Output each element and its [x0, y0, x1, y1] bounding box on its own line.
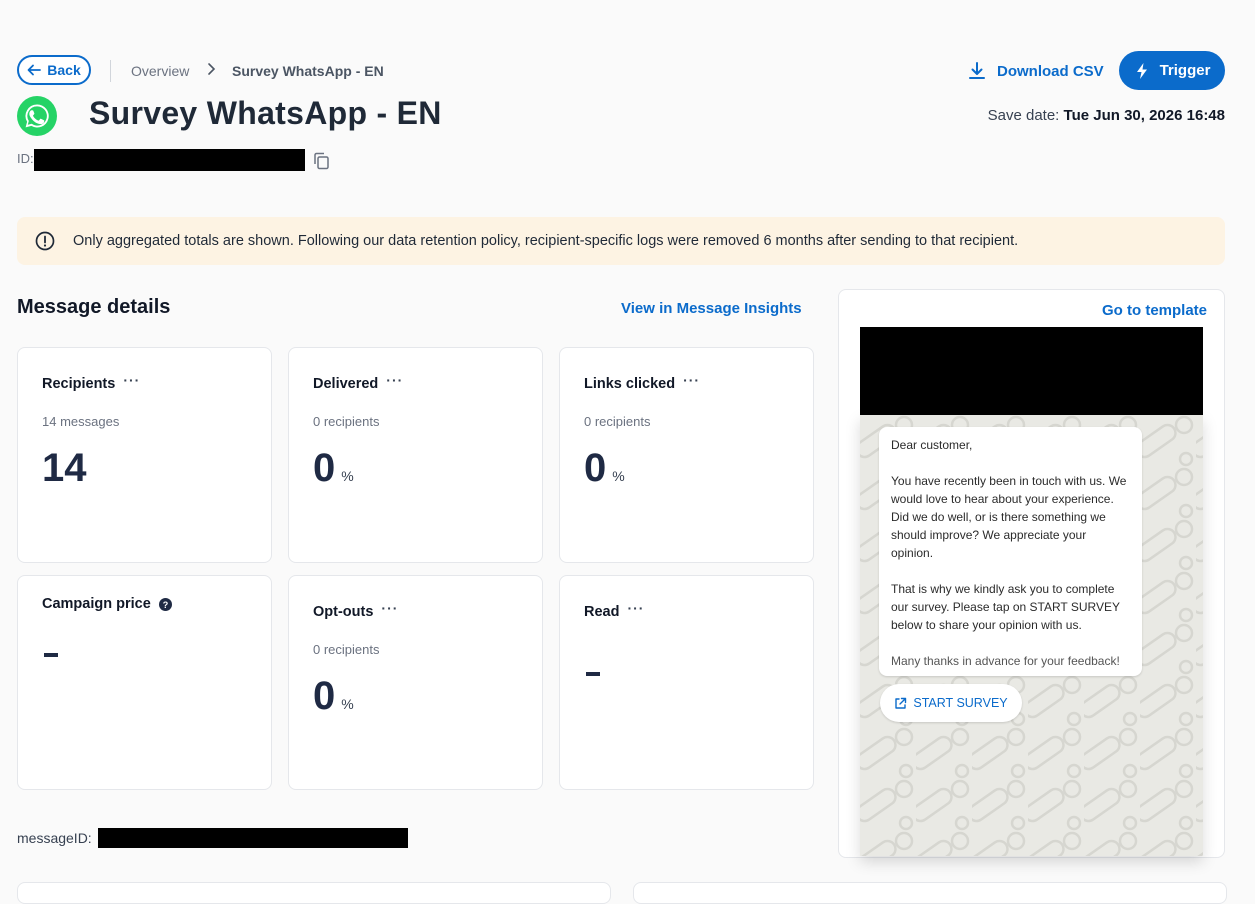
section-title: Message details	[17, 296, 171, 318]
card-value-empty	[44, 653, 58, 657]
message-id-label: messageID:	[17, 830, 92, 846]
card-value: 0%	[584, 446, 625, 491]
card-menu-icon[interactable]: ···	[386, 372, 403, 388]
id-value-redacted	[34, 149, 305, 171]
svg-text:?: ?	[163, 600, 169, 610]
external-link-icon	[895, 697, 907, 709]
card-menu-icon[interactable]: ···	[381, 600, 398, 616]
download-icon	[969, 62, 985, 79]
recipients-card: Recipients ··· 14 messages 14	[17, 347, 272, 563]
card-value-number: 0	[313, 446, 336, 490]
message-bubble: Dear customer, You have recently been in…	[879, 427, 1142, 676]
trigger-button[interactable]: Trigger	[1119, 51, 1225, 90]
card-subtitle: 0 recipients	[584, 414, 651, 429]
bottom-card	[17, 882, 611, 904]
trigger-label: Trigger	[1159, 62, 1211, 79]
download-csv-button[interactable]: Download CSV	[967, 59, 1104, 83]
retention-banner: Only aggregated totals are shown. Follow…	[17, 217, 1225, 265]
copy-icon[interactable]	[313, 152, 330, 170]
breadcrumb-divider	[110, 60, 111, 82]
bottom-card	[633, 882, 1227, 904]
card-value-empty	[586, 672, 600, 676]
message-line: Dear customer,	[891, 438, 973, 452]
message-footer: Many thanks in advance for your feedback…	[891, 654, 1120, 668]
delivered-card: Delivered ··· 0 recipients 0%	[288, 347, 543, 563]
card-title-text: Links clicked	[584, 376, 676, 392]
banner-text: Only aggregated totals are shown. Follow…	[73, 233, 1019, 249]
card-title-text: Recipients	[42, 376, 116, 392]
save-date-label: Save date:	[987, 107, 1060, 124]
lightning-icon	[1136, 62, 1147, 79]
id-label: ID:	[17, 151, 34, 166]
card-value: 0%	[313, 674, 354, 719]
card-subtitle: 0 recipients	[313, 642, 380, 657]
card-title: Links clicked ···	[584, 372, 700, 392]
download-csv-label: Download CSV	[997, 62, 1104, 80]
card-value: 14	[42, 446, 87, 490]
card-value-number: 0	[584, 446, 607, 490]
back-button[interactable]: Back	[17, 55, 91, 85]
card-value-number: 0	[313, 674, 336, 718]
card-title: Delivered ···	[313, 372, 403, 392]
preview-header-redacted	[860, 327, 1203, 415]
campaign-price-card: Campaign price ?	[17, 575, 272, 790]
card-value-unit: %	[341, 696, 354, 712]
help-icon[interactable]: ?	[158, 597, 172, 611]
message-line: That is why we kindly ask you to complet…	[891, 582, 1120, 632]
save-date-value: Tue Jun 30, 2026 16:48	[1063, 107, 1225, 124]
whatsapp-logo-icon	[17, 96, 57, 136]
page-title: Survey WhatsApp - EN	[89, 95, 442, 131]
arrow-left-icon	[27, 64, 42, 76]
message-line: You have recently been in touch with us.…	[891, 474, 1127, 560]
breadcrumb-current: Survey WhatsApp - EN	[232, 63, 384, 79]
card-menu-icon[interactable]: ···	[683, 372, 700, 388]
card-menu-icon[interactable]: ···	[123, 372, 140, 388]
card-title-text: Delivered	[313, 376, 379, 392]
card-subtitle: 14 messages	[42, 414, 120, 429]
card-title-text: Read	[584, 604, 620, 620]
card-title-text: Opt-outs	[313, 604, 374, 620]
card-title: Recipients ···	[42, 372, 140, 392]
card-value: 0%	[313, 446, 354, 491]
go-to-template-link[interactable]: Go to template	[1102, 302, 1207, 319]
card-title-text: Campaign price	[42, 596, 151, 612]
save-date: Save date: Tue Jun 30, 2026 16:48	[988, 107, 1225, 124]
card-title: Opt-outs ···	[313, 600, 398, 620]
back-button-label: Back	[47, 62, 81, 78]
view-message-insights-link[interactable]: View in Message Insights	[621, 300, 802, 317]
card-value-unit: %	[612, 468, 625, 484]
card-value-unit: %	[341, 468, 354, 484]
card-title: Campaign price ?	[42, 596, 172, 612]
read-card: Read ···	[559, 575, 814, 790]
opt-outs-card: Opt-outs ··· 0 recipients 0%	[288, 575, 543, 790]
start-survey-label: START SURVEY	[913, 696, 1008, 710]
breadcrumb-overview[interactable]: Overview	[131, 63, 189, 79]
chevron-right-icon	[208, 63, 216, 75]
links-clicked-card: Links clicked ··· 0 recipients 0%	[559, 347, 814, 563]
card-menu-icon[interactable]: ···	[627, 600, 644, 616]
start-survey-button[interactable]: START SURVEY	[880, 684, 1022, 722]
card-subtitle: 0 recipients	[313, 414, 380, 429]
card-title: Read ···	[584, 600, 644, 620]
alert-circle-icon	[35, 231, 55, 251]
message-id-redacted	[98, 828, 408, 848]
